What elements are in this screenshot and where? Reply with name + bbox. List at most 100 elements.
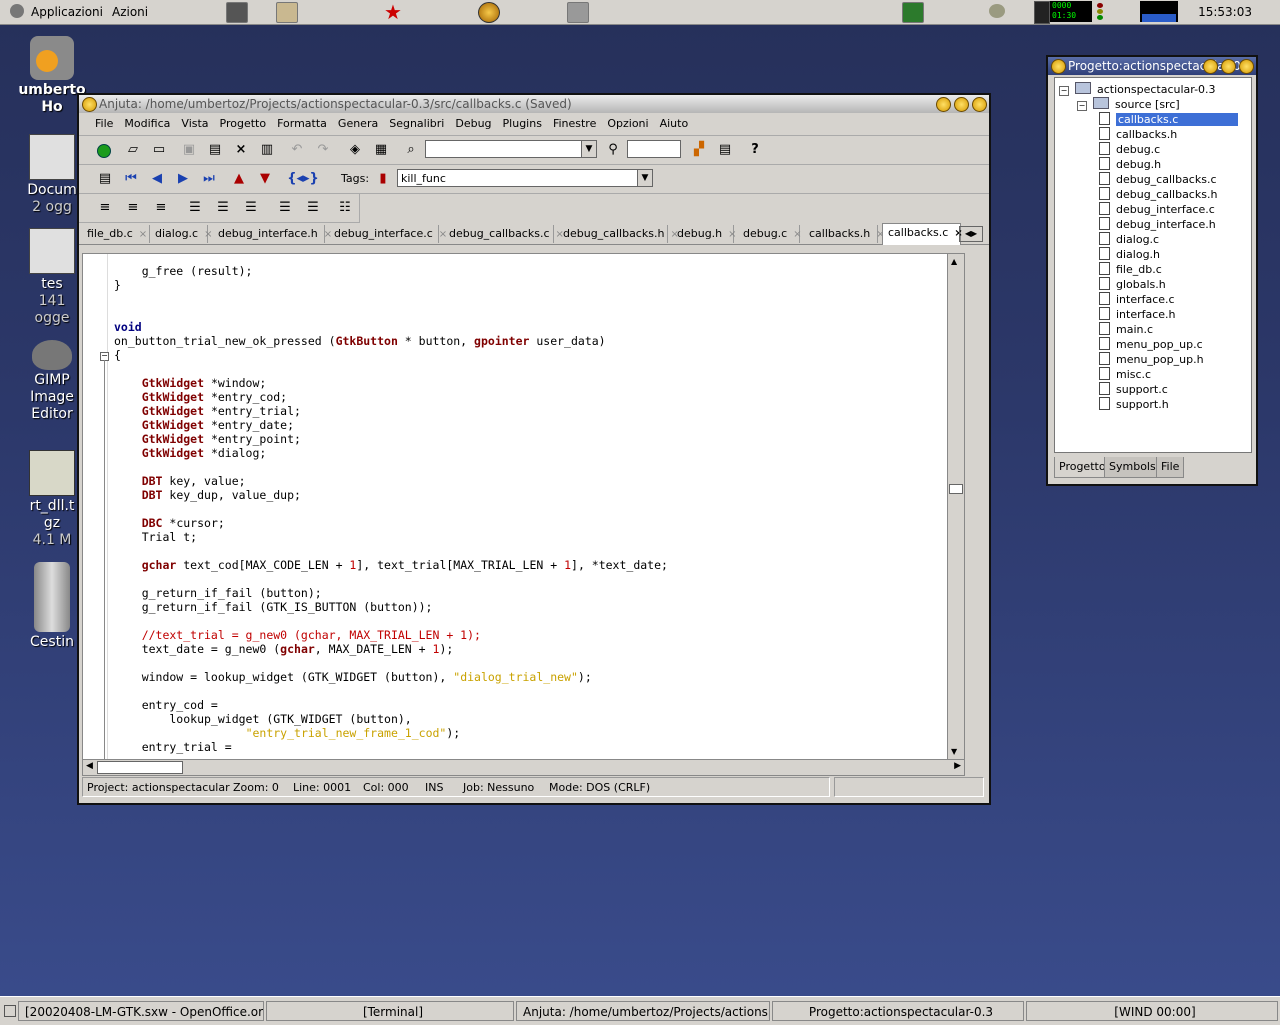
menu-aiuto[interactable]: Aiuto xyxy=(654,113,694,130)
maximize-button[interactable] xyxy=(954,97,969,112)
goto-line-icon[interactable]: ⚲ xyxy=(605,142,621,158)
tab-file[interactable]: File xyxy=(1156,457,1185,478)
system-monitor-icon[interactable] xyxy=(902,2,924,23)
indent-dec-icon[interactable]: ≡ xyxy=(153,200,169,216)
indent-inc-icon[interactable]: ≡ xyxy=(125,200,141,216)
scrollbar-thumb[interactable] xyxy=(97,761,183,774)
line-number-input[interactable] xyxy=(627,140,681,158)
undo-icon[interactable]: ↶ xyxy=(289,142,305,158)
tab-file-active[interactable]: callbacks.c × xyxy=(882,223,963,245)
close-icon[interactable]: × xyxy=(728,229,736,240)
tree-file[interactable]: globals.h xyxy=(1099,277,1166,292)
task-terminal[interactable]: [Terminal] xyxy=(266,1001,514,1021)
format-2-icon[interactable]: ☰ xyxy=(215,200,231,216)
search-combo[interactable]: ▼ xyxy=(425,140,597,158)
windows-icon[interactable]: ▞ xyxy=(691,142,707,158)
star-launcher-icon[interactable]: ★ xyxy=(384,0,402,24)
tree-file[interactable]: debug.h xyxy=(1099,157,1161,172)
show-desktop-icon[interactable] xyxy=(4,1005,16,1017)
format-4-icon[interactable]: ☰ xyxy=(277,200,293,216)
compile-icon[interactable]: ◈ xyxy=(347,142,363,158)
format-3-icon[interactable]: ☰ xyxy=(243,200,259,216)
menu-formatta[interactable]: Formatta xyxy=(271,113,332,130)
menu-plugins[interactable]: Plugins xyxy=(497,113,547,130)
tab-file[interactable]: debug.h × xyxy=(672,225,737,243)
open-file-icon[interactable]: ▭ xyxy=(151,142,167,158)
menu-debug[interactable]: Debug xyxy=(449,113,496,130)
clock[interactable]: 15:53:03 xyxy=(1198,5,1252,19)
tab-file[interactable]: debug_callbacks.c × xyxy=(444,225,564,243)
collapse-icon[interactable]: − xyxy=(1077,101,1087,111)
tags-combo[interactable]: kill_func ▼ xyxy=(397,169,653,187)
close-file-icon[interactable]: × xyxy=(233,142,249,158)
tab-symbols[interactable]: Symbols xyxy=(1104,457,1161,478)
calculator-launcher-icon[interactable] xyxy=(567,2,589,23)
close-button[interactable] xyxy=(1239,59,1254,74)
tree-file[interactable]: dialog.c xyxy=(1099,232,1159,247)
task-anjuta[interactable]: Anjuta: /home/umbertoz/Projects/actionsp… xyxy=(516,1001,770,1021)
last-icon[interactable]: ⏭ xyxy=(201,171,217,187)
close-button[interactable] xyxy=(972,97,987,112)
tree-file[interactable]: menu_pop_up.h xyxy=(1099,352,1204,367)
tab-file[interactable]: debug_interface.h × xyxy=(213,225,332,243)
find-icon[interactable]: ⌕ xyxy=(403,142,419,158)
collapse-icon[interactable]: − xyxy=(1059,86,1069,96)
tags-icon[interactable]: ▮ xyxy=(375,171,391,187)
indent-icon[interactable]: ≡ xyxy=(97,200,113,216)
tree-file[interactable]: debug_interface.c xyxy=(1099,202,1215,217)
browser-launcher-icon[interactable] xyxy=(478,2,500,23)
messages-icon[interactable]: ▤ xyxy=(717,142,733,158)
scroll-down-icon[interactable]: ▼ xyxy=(951,747,957,756)
prev-icon[interactable]: ◀ xyxy=(149,171,165,187)
tab-file[interactable]: debug.c × xyxy=(738,225,802,243)
next-icon[interactable]: ▶ xyxy=(175,171,191,187)
project-titlebar[interactable]: Progetto:actionspectacular-0.3 xyxy=(1048,57,1256,75)
reload-icon[interactable]: ▥ xyxy=(259,142,275,158)
format-1-icon[interactable]: ☰ xyxy=(187,200,203,216)
menu-finestre[interactable]: Finestre xyxy=(547,113,601,130)
chevron-down-icon[interactable]: ▼ xyxy=(581,141,596,157)
close-icon[interactable]: × xyxy=(204,229,212,240)
tab-progetto[interactable]: Progetto xyxy=(1054,457,1111,478)
tree-file[interactable]: debug_interface.h xyxy=(1099,217,1216,232)
block-braces-icon[interactable]: {◂▸} xyxy=(285,171,321,187)
scrollbar-thumb[interactable] xyxy=(949,484,963,494)
minimize-button[interactable] xyxy=(1203,59,1218,74)
run-icon[interactable] xyxy=(97,144,111,158)
foot-icon[interactable] xyxy=(10,4,24,18)
tree-file[interactable]: interface.h xyxy=(1099,307,1176,322)
tab-file[interactable]: file_db.c × xyxy=(82,225,150,243)
task-progetto[interactable]: Progetto:actionspectacular-0.3 xyxy=(772,1001,1024,1021)
tree-file[interactable]: interface.c xyxy=(1099,292,1175,307)
menu-progetto[interactable]: Progetto xyxy=(214,113,272,130)
tree-file[interactable]: main.c xyxy=(1099,322,1153,337)
tab-file[interactable]: debug_callbacks.h × xyxy=(558,225,679,243)
tree-root[interactable]: − actionspectacular-0.3 xyxy=(1059,82,1216,97)
bookmark-prev-icon[interactable]: ▲ xyxy=(231,171,247,187)
format-5-icon[interactable]: ☰ xyxy=(305,200,321,216)
tree-file[interactable]: support.h xyxy=(1099,397,1169,412)
tree-file[interactable]: support.c xyxy=(1099,382,1168,397)
tree-file[interactable]: debug_callbacks.c xyxy=(1099,172,1217,187)
print-icon[interactable]: ▦ xyxy=(373,142,389,158)
close-icon[interactable]: × xyxy=(793,229,801,240)
tab-file[interactable]: debug_interface.c × xyxy=(329,225,447,243)
tree-folder[interactable]: − source [src] xyxy=(1077,97,1180,112)
task-wind[interactable]: [WIND 00:00] xyxy=(1026,1001,1278,1021)
chevron-down-icon[interactable]: ▼ xyxy=(637,170,652,186)
vertical-scrollbar[interactable]: ▲ ▼ xyxy=(947,254,964,759)
format-6-icon[interactable]: ☷ xyxy=(337,200,353,216)
redo-icon[interactable]: ↷ xyxy=(315,142,331,158)
menu-opzioni[interactable]: Opzioni xyxy=(601,113,653,130)
tree-file[interactable]: misc.c xyxy=(1099,367,1151,382)
tree-file[interactable]: file_db.c xyxy=(1099,262,1162,277)
menu-genera[interactable]: Genera xyxy=(332,113,383,130)
tab-scroll-arrows[interactable]: ◀▶ xyxy=(959,226,983,242)
window-menu-icon[interactable] xyxy=(82,97,97,112)
menu-file[interactable]: File xyxy=(89,113,118,130)
minimize-button[interactable] xyxy=(936,97,951,112)
tree-file[interactable]: dialog.h xyxy=(1099,247,1160,262)
menu-applicazioni[interactable]: Applicazioni xyxy=(31,5,103,19)
tree-file[interactable]: callbacks.c xyxy=(1099,112,1239,127)
scroll-up-icon[interactable]: ▲ xyxy=(951,257,957,266)
